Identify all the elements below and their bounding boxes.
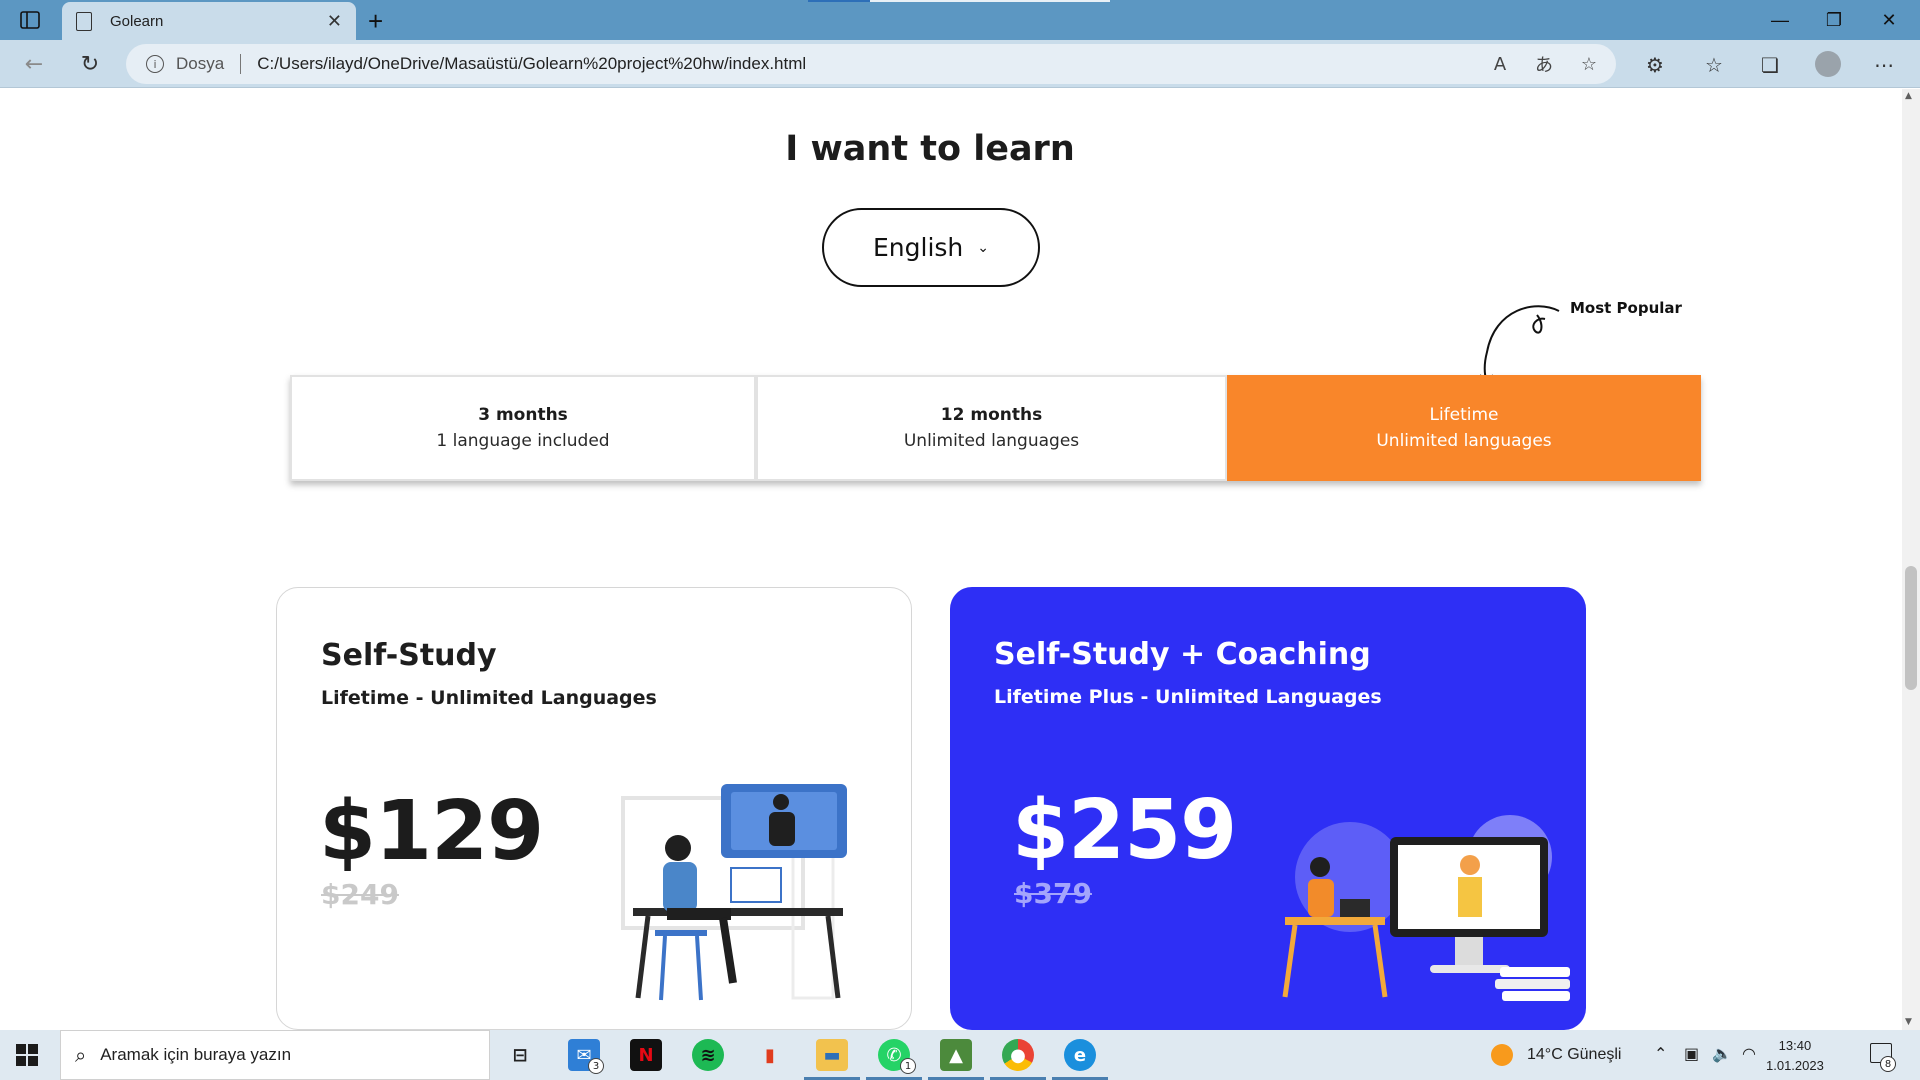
clock-time: 13:40 [1778,1038,1812,1053]
back-icon[interactable]: ← [18,48,50,80]
card-title: Self-Study + Coaching [994,637,1371,672]
meet-icon[interactable]: ▣ [1684,1044,1699,1063]
vertical-scrollbar[interactable] [1902,89,1920,1030]
online-class-illustration [621,784,847,1001]
profile-icon[interactable] [1815,51,1841,77]
search-icon: ⌕ [75,1043,87,1067]
browser-tab[interactable]: Golearn ✕ [62,2,356,40]
url-text[interactable]: C:/Users/ilayd/OneDrive/Masaüstü/Golearn… [257,54,806,74]
volume-icon[interactable]: 🔈 [1712,1044,1732,1063]
search-placeholder: Aramak için buraya yazın [100,1045,292,1064]
plan-option-lifetime[interactable]: Lifetime Unlimited languages [1227,375,1701,481]
chevron-up-icon[interactable]: ⌃ [1654,1044,1667,1063]
plan-option-12-months[interactable]: 12 months Unlimited languages [756,375,1227,481]
minimize-icon[interactable]: — [1753,0,1807,40]
whatsapp-badge: 1 [900,1058,916,1074]
plan-subtitle: 1 language included [436,431,610,451]
photos-icon[interactable]: ▲ [940,1039,972,1071]
taskbar-search[interactable]: ⌕ Aramak için buraya yazın [60,1030,490,1080]
plan-subtitle: Unlimited languages [1376,431,1552,451]
spotify-icon[interactable]: ≋ [692,1039,724,1071]
scheme-label: Dosya [176,54,225,73]
tab-title: Golearn [110,12,164,30]
window-close-icon[interactable]: ✕ [1862,0,1916,40]
netflix-icon[interactable]: N [630,1039,662,1071]
language-select-value: English [872,233,964,262]
clock-date: 1.01.2023 [1766,1058,1824,1073]
scroll-down-icon[interactable]: ▼ [1905,1017,1912,1027]
scroll-up-icon[interactable]: ▲ [1905,91,1912,101]
collections-icon[interactable]: ❏ [1755,50,1785,80]
translate-icon[interactable]: あ [1530,50,1558,78]
card-old-price: $249 [321,878,399,911]
read-aloud-icon[interactable]: A [1486,50,1514,78]
restore-icon[interactable]: ❐ [1807,0,1861,40]
weather-text[interactable]: 14°C Güneşli [1527,1046,1621,1064]
loading-bar [808,0,870,2]
address-bar[interactable]: i Dosya C:/Users/ilayd/OneDrive/Masaüstü… [126,44,1616,84]
most-popular-label: Most Popular [1570,299,1682,317]
page-title: I want to learn [785,129,1075,169]
language-select[interactable]: English ⌄ [822,208,1040,287]
coaching-illustration [1282,815,1570,1001]
taskbar-clock[interactable]: 13:40 1.01.2023 [1766,1036,1824,1076]
plan-title: Lifetime [1429,405,1499,425]
plan-tabs: 3 months 1 language included 12 months U… [290,375,1701,481]
document-icon [76,11,92,31]
card-old-price: $379 [1014,877,1092,910]
card-price: $259 [1012,783,1237,878]
notification-badge: 8 [1880,1056,1896,1072]
card-subtitle: Lifetime - Unlimited Languages [321,687,657,709]
more-icon[interactable]: ⋯ [1869,50,1899,80]
add-favorite-icon[interactable]: ☆ [1575,50,1603,78]
plan-option-3-months[interactable]: 3 months 1 language included [290,375,756,481]
chevron-down-icon: ⌄ [977,239,989,256]
favorites-icon[interactable]: ☆ [1699,50,1729,80]
card-subtitle: Lifetime Plus - Unlimited Languages [994,686,1382,708]
file-explorer-icon[interactable]: ▬ [816,1039,848,1071]
close-icon[interactable]: ✕ [327,11,342,32]
refresh-icon[interactable]: ↻ [74,48,106,80]
mail-badge: 3 [588,1058,604,1074]
network-icon[interactable]: ◠ [1742,1044,1756,1063]
info-icon[interactable]: i [146,55,164,73]
pricing-card-self-study-coaching[interactable]: Self-Study + Coaching Lifetime Plus - Un… [950,587,1586,1030]
weather-sun-icon[interactable] [1491,1044,1513,1066]
plan-title: 3 months [478,405,568,425]
task-view-icon[interactable]: ⊟ [504,1039,536,1071]
pricing-card-self-study[interactable]: Self-Study Lifetime - Unlimited Language… [276,587,912,1030]
extensions-icon[interactable]: ⚙ [1640,50,1670,80]
loading-bar-track [870,0,1110,2]
sidebar-icon[interactable] [18,9,42,31]
address-separator [240,54,242,74]
plan-subtitle: Unlimited languages [903,431,1080,451]
curved-arrow-icon [1479,305,1560,387]
new-tab-button[interactable]: + [368,6,383,37]
edge-icon[interactable]: e [1064,1039,1096,1071]
windows-start-icon[interactable] [16,1044,38,1066]
scrollbar-thumb[interactable] [1905,566,1917,690]
chrome-icon[interactable]: ● [1002,1039,1034,1071]
card-price: $129 [319,784,544,879]
plan-title: 12 months [940,405,1043,425]
windows-taskbar: ⌕ Aramak için buraya yazın ⊟ ✉ 3 N ≋ ▮ ▬… [0,1030,1920,1080]
card-title: Self-Study [321,638,497,673]
office-icon[interactable]: ▮ [754,1039,786,1071]
